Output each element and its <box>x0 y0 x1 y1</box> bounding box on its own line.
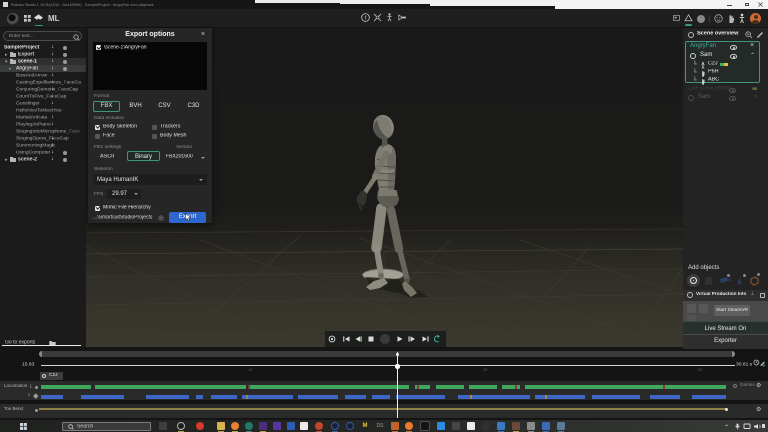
svg-text:f: f <box>365 16 367 22</box>
